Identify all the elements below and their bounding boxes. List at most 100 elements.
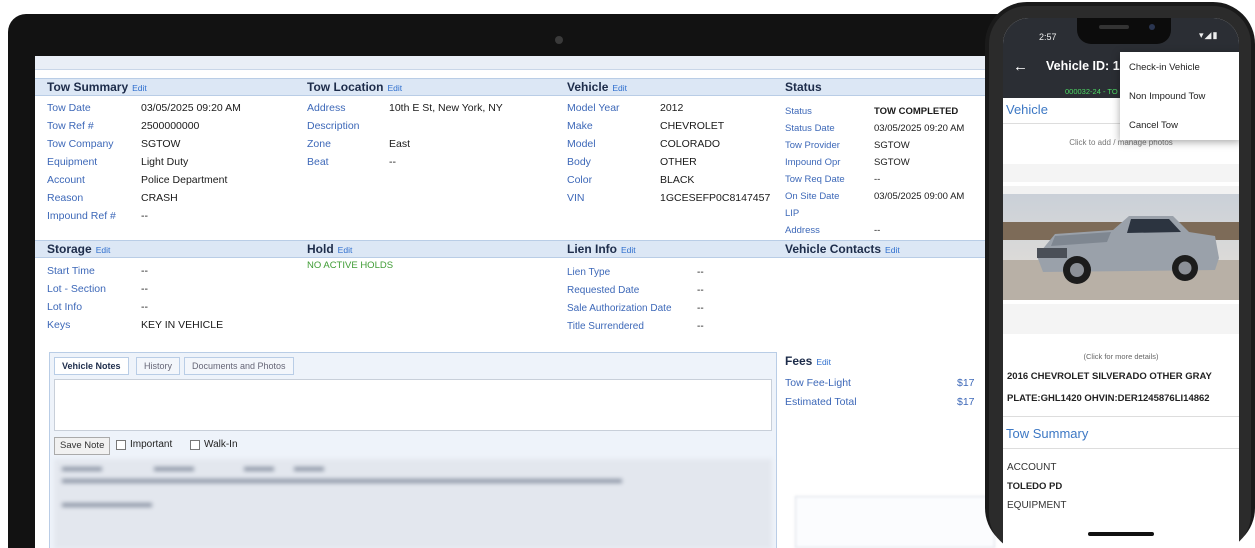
hold-edit-link[interactable]: Edit [338,245,353,255]
field-label: Equipment [47,156,98,168]
field-label: Address [307,102,346,114]
field-label: Description [307,120,360,132]
vehicle-photo[interactable] [1003,186,1239,300]
field-value: 10th E St, New York, NY [389,102,503,114]
tow-location-edit-link[interactable]: Edit [387,83,402,93]
field-label: Lot Info [47,301,83,313]
field-value: 03/05/2025 09:20 AM [141,102,241,114]
field-label: Impound Ref # [47,210,116,222]
field-label: Account [47,174,85,186]
field-value: -- [141,301,148,313]
photo-strip-spacer [1003,304,1239,334]
field-label: On Site Date [785,191,840,202]
field-value: Police Department [141,174,228,186]
notes-history-table [54,459,772,548]
field-value: -- [389,156,396,168]
lien-info-edit-link[interactable]: Edit [621,245,636,255]
field-value: KEY IN VEHICLE [141,319,224,331]
tab-history[interactable]: History [136,357,181,375]
field-label: Reason [47,192,84,204]
hold-title: Hold Edit [307,242,353,256]
field-label: Zone [307,138,331,150]
vehicle-contacts-edit-link[interactable]: Edit [885,245,900,255]
payment-box [795,496,995,548]
checkbox-icon [116,439,126,450]
fees-edit-link[interactable]: Edit [816,357,831,367]
field-value: -- [697,285,704,296]
field-label: Address [785,225,820,236]
field-value: 03/05/2025 09:20 AM [874,123,965,134]
page-title: Vehicle ID: 10 [1046,59,1127,73]
field-value: -- [874,225,881,236]
vehicle-contacts-title: Vehicle Contacts Edit [785,242,900,256]
status-title: Status [785,80,822,94]
field-value: -- [697,303,704,314]
field-value: Light Duty [141,156,189,168]
field-value: CRASH [141,192,178,204]
back-arrow-icon[interactable]: ← [1013,58,1028,75]
photo-strip-spacer [1003,164,1239,182]
important-checkbox[interactable]: Important [116,439,172,450]
storage-edit-link[interactable]: Edit [96,245,111,255]
signal-battery-icon: ▾◢▮ [1199,30,1219,40]
field-value: -- [141,265,148,277]
field-label: LIP [785,208,800,219]
fee-value: $17 [957,377,975,389]
status-time: 2:57 [1039,32,1057,42]
checkbox-icon [190,439,200,450]
tow-summary-title: Tow Summary Edit [47,80,147,94]
field-value: BLACK [660,174,695,186]
field-label: Title Surrendered [567,321,644,332]
storage-title: Storage Edit [47,242,111,256]
status-badge: TOW COMPLETED [874,106,959,117]
menu-item-non-impound-tow[interactable]: Non Impound Tow [1129,91,1205,102]
tow-detail-screen: Tow Summary Edit Tow Date 03/05/2025 09:2… [35,56,1055,548]
account-label: ACCOUNT [1007,462,1057,473]
section-header-band [35,240,1055,258]
field-label: Keys [47,319,71,331]
field-label: Color [567,174,593,186]
field-value: SGTOW [874,157,910,168]
speaker-icon [1099,25,1129,29]
vehicle-edit-link[interactable]: Edit [612,83,627,93]
notes-textarea[interactable] [54,379,772,431]
field-label: Make [567,120,593,132]
tow-summary-heading: Tow Summary [1006,426,1089,441]
home-indicator[interactable] [1088,532,1154,536]
field-label: Tow Date [47,102,91,114]
field-value: 2500000000 [141,120,200,132]
field-value: -- [697,267,704,278]
field-value: -- [874,174,881,185]
tab-documents-photos[interactable]: Documents and Photos [184,357,294,375]
field-label: Impound Opr [785,157,841,168]
walk-in-checkbox[interactable]: Walk-In [190,439,238,450]
field-label: Sale Authorization Date [567,303,672,314]
account-value: TOLEDO PD [1007,481,1063,492]
field-label: Body [567,156,591,168]
field-label: Beat [307,156,329,168]
tow-summary-edit-link[interactable]: Edit [132,83,147,93]
vehicle-title: Vehicle Edit [567,80,628,94]
tab-vehicle-notes[interactable]: Vehicle Notes [54,357,129,375]
more-details-hint[interactable]: (Click for more details) [1003,352,1239,361]
field-value: 03/05/2025 09:00 AM [874,191,965,202]
field-label: Model [567,138,596,150]
save-note-button[interactable]: Save Note [54,437,111,455]
field-value: SGTOW [874,140,910,151]
tow-location-title: Tow Location Edit [307,80,403,94]
page-subtitle: 000032-24 - TO [1065,87,1118,96]
field-value: -- [141,210,148,222]
top-strip [35,56,1055,70]
menu-item-cancel-tow[interactable]: Cancel Tow [1129,120,1178,131]
field-value: East [389,138,411,150]
field-value: 2012 [660,102,684,114]
field-label: Tow Req Date [785,174,845,185]
field-value: -- [141,283,148,295]
field-label: Tow Company [47,138,114,150]
hold-status: NO ACTIVE HOLDS [307,260,394,271]
field-label: Start Time [47,265,95,277]
field-label: Tow Ref # [47,120,94,132]
menu-item-check-in-vehicle[interactable]: Check-in Vehicle [1129,62,1200,73]
field-value: OTHER [660,156,697,168]
fee-value: $17 [957,396,975,408]
